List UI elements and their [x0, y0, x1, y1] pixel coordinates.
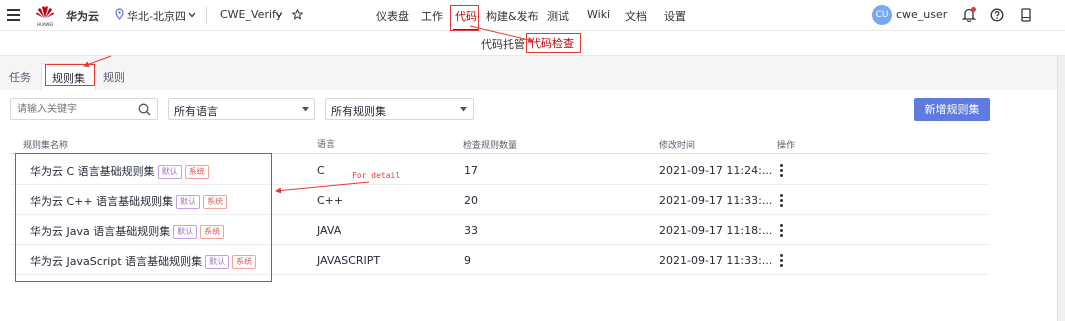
- arrow-to-ruleset-tab: [83, 55, 112, 68]
- arrow-for-detail: [275, 181, 370, 194]
- annotation-arrows: [83, 25, 534, 194]
- annotation-text: For detail: [352, 171, 401, 180]
- arrow-code-to-check: [469, 25, 534, 43]
